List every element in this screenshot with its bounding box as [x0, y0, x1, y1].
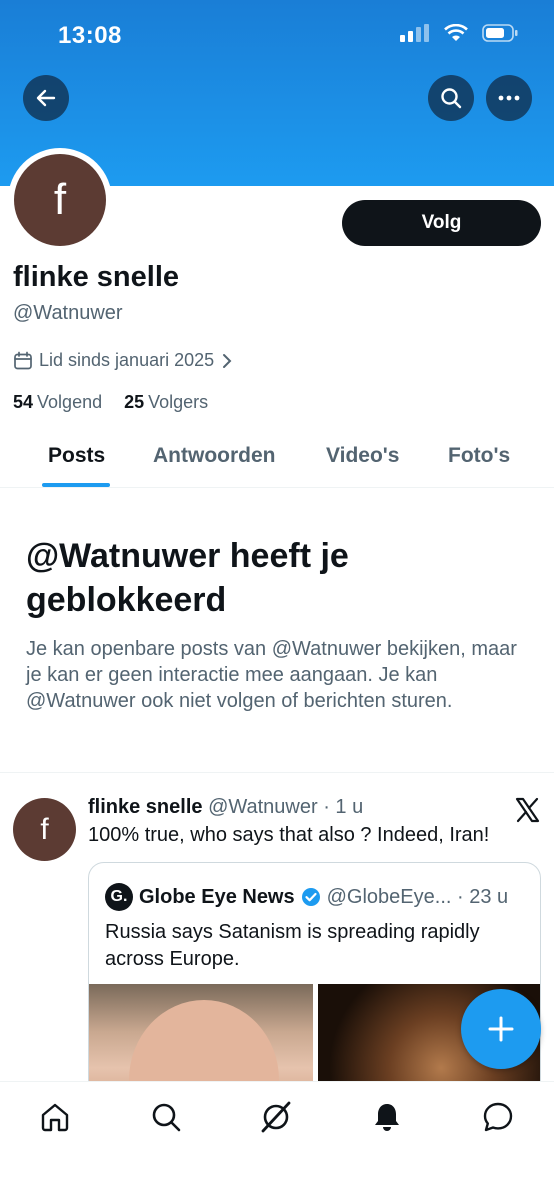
compose-button[interactable]	[461, 989, 541, 1069]
quote-author-name: Globe Eye News	[139, 885, 295, 908]
followers-label: Volgers	[148, 392, 209, 412]
tab-posts[interactable]: Posts	[48, 444, 105, 468]
active-tab-indicator	[42, 483, 110, 487]
bottom-nav	[0, 1081, 554, 1199]
nav-messages[interactable]	[480, 1099, 516, 1135]
quote-avatar: G.	[105, 883, 133, 911]
following-label: Volgend	[37, 392, 103, 412]
post-avatar[interactable]: f	[13, 798, 76, 861]
arrow-left-icon	[36, 89, 56, 107]
post-text: 100% true, who says that also ? Indeed, …	[88, 824, 490, 846]
profile-avatar[interactable]: f	[8, 148, 112, 252]
plus-icon	[488, 1016, 514, 1042]
messages-icon	[483, 1102, 513, 1132]
post-header: flinke snelle @Watnuwer · 1 u	[88, 796, 363, 819]
joined-date[interactable]: Lid sinds januari 2025	[13, 350, 234, 371]
verified-badge-icon	[301, 888, 320, 906]
quoted-post[interactable]: G. Globe Eye News @GlobeEye... · 23 u Ru…	[88, 862, 541, 1102]
blocked-title: @Watnuwer heeft je geblokkeerd	[26, 537, 349, 619]
search-icon	[152, 1103, 181, 1132]
divider	[0, 772, 554, 773]
x-logo-icon	[515, 797, 540, 823]
display-name: flinke snelle	[13, 261, 180, 293]
wifi-icon	[444, 24, 468, 41]
signal-icon	[400, 24, 429, 42]
tab-photos[interactable]: Foto's	[448, 444, 510, 468]
home-icon	[41, 1103, 69, 1132]
blocked-text: Je kan openbare posts van @Watnuwer beki…	[26, 638, 517, 712]
grok-icon	[261, 1101, 291, 1133]
back-button[interactable]	[23, 75, 69, 121]
follow-stats: 54 Volgend 25 Volgers	[13, 392, 208, 413]
post-handle-time: @Watnuwer · 1 u	[208, 796, 364, 818]
follow-button[interactable]: Volg	[342, 200, 541, 246]
profile-handle: @Watnuwer	[13, 302, 123, 324]
quote-handle-time: @GlobeEye... · 23 u	[326, 885, 509, 908]
quote-header: G. Globe Eye News @GlobeEye... · 23 u	[105, 883, 508, 911]
calendar-icon	[14, 351, 32, 369]
status-icons	[400, 24, 518, 42]
more-dots-icon	[498, 95, 520, 101]
notifications-icon	[375, 1104, 399, 1131]
nav-home[interactable]	[37, 1099, 73, 1135]
followers-link[interactable]: 25 Volgers	[124, 392, 208, 413]
tab-videos[interactable]: Video's	[326, 444, 399, 468]
chevron-right-icon	[223, 353, 232, 368]
tab-replies[interactable]: Antwoorden	[153, 444, 275, 468]
nav-notifications[interactable]	[369, 1099, 405, 1135]
search-button[interactable]	[428, 75, 474, 121]
profile-tabs: Posts Antwoorden Video's Foto's	[0, 430, 554, 488]
followers-count: 25	[124, 392, 145, 412]
status-time: 13:08	[58, 22, 122, 49]
joined-text: Lid sinds januari 2025	[39, 350, 215, 370]
avatar-letter: f	[14, 154, 106, 246]
quote-text: Russia says Satanism is spreading rapidl…	[105, 921, 480, 970]
following-count: 54	[13, 392, 34, 412]
more-button[interactable]	[486, 75, 532, 121]
following-link[interactable]: 54 Volgend	[13, 392, 102, 413]
post-author-name[interactable]: flinke snelle	[88, 796, 203, 818]
status-bar: 13:08	[0, 0, 554, 70]
search-icon	[441, 88, 462, 109]
nav-grok[interactable]	[258, 1099, 294, 1135]
nav-search[interactable]	[148, 1099, 184, 1135]
battery-icon	[482, 24, 518, 42]
